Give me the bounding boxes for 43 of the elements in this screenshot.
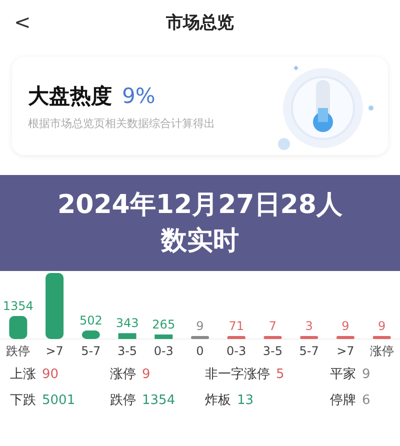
stat-value: 1354: [142, 393, 176, 408]
bar-value: 7: [268, 319, 277, 333]
page-title: 市场总览: [166, 12, 234, 34]
axis-label: 0-3: [226, 344, 246, 357]
stat-value: 5: [276, 367, 284, 382]
stat-value: 5001: [42, 393, 76, 408]
stat-label: 停牌: [330, 392, 356, 409]
axis-label: 3-5: [262, 344, 283, 357]
stat-value: 90: [42, 367, 59, 382]
heat-subtitle: 根据市场总览页相关数据综合计算得出: [28, 116, 215, 130]
heat-title: 大盘热度: [28, 82, 112, 110]
caption-text: 2024年12月27日28人: [58, 189, 342, 222]
stat-label: 跌停: [110, 392, 136, 409]
axis-label: 0: [196, 344, 204, 357]
axis-label: 5-7: [81, 344, 101, 357]
stat-label: 平家: [330, 366, 356, 383]
stat-value: 9: [142, 367, 150, 382]
stat-value: 13: [237, 393, 254, 408]
axis-label: 0-3: [154, 344, 174, 357]
bar-value: 502: [79, 313, 102, 328]
bar-value: 343: [116, 316, 139, 330]
bar-value: 71: [228, 319, 244, 333]
axis-label: >7: [46, 344, 64, 357]
stat-label: 涨停: [110, 366, 136, 383]
bar-value: 265: [152, 318, 176, 332]
stat-value: 6: [362, 393, 370, 408]
stat-label: 上涨: [10, 366, 36, 383]
bar-value: 1354: [2, 299, 34, 314]
stat-value: 9: [362, 367, 370, 382]
axis-label: 涨停: [370, 344, 394, 357]
bar-value: 9: [342, 319, 350, 333]
axis-label: 5-7: [299, 344, 319, 357]
stat-label: 非一字涨停: [205, 366, 270, 383]
caption-text: 数实时: [161, 225, 239, 258]
axis-label: 跌停: [6, 344, 30, 357]
bar-value: 3: [305, 319, 313, 333]
heat-value: 9%: [122, 84, 156, 108]
bar-value: 9: [378, 319, 386, 333]
axis-label: 3-5: [117, 344, 138, 357]
stat-label: 炸板: [205, 392, 231, 409]
axis-label: >7: [336, 344, 354, 357]
stat-label: 下跌: [10, 392, 36, 409]
bar-value: 9: [196, 319, 204, 333]
